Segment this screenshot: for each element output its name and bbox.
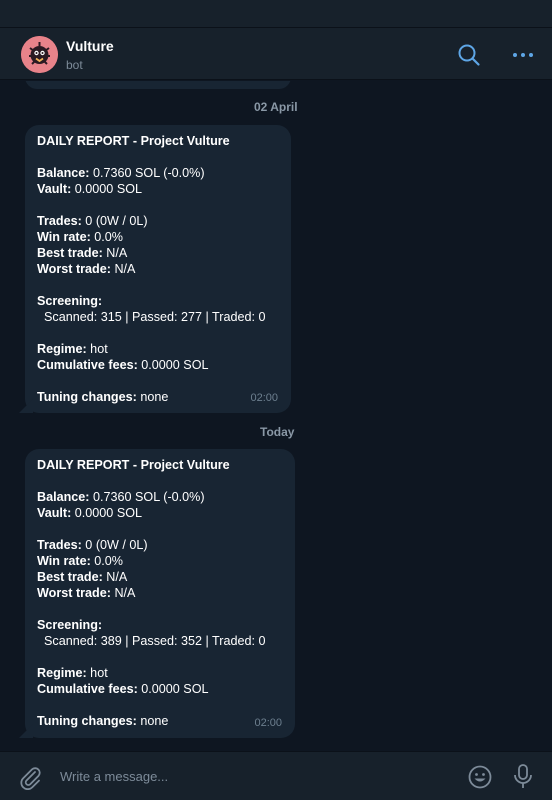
screening-label: Screening: xyxy=(37,618,103,632)
worst-trade-line: Worst trade: N/A xyxy=(37,262,136,276)
search-icon[interactable] xyxy=(456,42,482,68)
report-title: DAILY REPORT - Project Vulture xyxy=(37,134,230,148)
tuning-changes-line: Tuning changes: none xyxy=(37,390,169,404)
message-input[interactable]: Write a message... xyxy=(60,769,168,784)
message-list[interactable]: 02 April DAILY REPORT - Project Vulture … xyxy=(0,81,552,751)
tuning-changes-line: Tuning changes: none xyxy=(37,714,169,728)
screening-stats: Scanned: 389 | Passed: 352 | Traded: 0 xyxy=(37,634,266,648)
chat-title[interactable]: Vulture xyxy=(66,38,114,54)
cumulative-fees-line: Cumulative fees: 0.0000 SOL xyxy=(37,682,209,696)
previous-message-bubble xyxy=(25,81,291,89)
regime-line: Regime: hot xyxy=(37,342,108,356)
attach-icon[interactable] xyxy=(17,764,43,791)
balance-line: Balance: 0.7360 SOL (-0.0%) xyxy=(37,490,205,504)
best-trade-line: Best trade: N/A xyxy=(37,570,128,584)
vault-line: Vault: 0.0000 SOL xyxy=(37,182,143,196)
message-time: 02:00 xyxy=(250,392,278,404)
trades-line: Trades: 0 (0W / 0L) xyxy=(37,214,148,228)
message-bubble[interactable]: DAILY REPORT - Project Vulture Balance: … xyxy=(19,449,295,738)
screening-stats: Scanned: 315 | Passed: 277 | Traded: 0 xyxy=(37,310,266,324)
message-time: 02:00 xyxy=(254,717,282,729)
more-icon[interactable] xyxy=(510,42,536,68)
vault-line: Vault: 0.0000 SOL xyxy=(37,506,143,520)
window-titlebar xyxy=(0,0,552,28)
microphone-icon[interactable] xyxy=(510,763,536,791)
best-trade-line: Best trade: N/A xyxy=(37,246,128,260)
bubble-tail xyxy=(19,399,33,413)
report-title: DAILY REPORT - Project Vulture xyxy=(37,458,230,472)
bot-avatar[interactable] xyxy=(21,36,58,73)
date-separator: Today xyxy=(260,425,295,439)
regime-line: Regime: hot xyxy=(37,666,108,680)
trades-line: Trades: 0 (0W / 0L) xyxy=(37,538,148,552)
screening-label: Screening: xyxy=(37,294,103,308)
emoji-icon[interactable] xyxy=(467,764,493,790)
message-composer: Write a message... xyxy=(0,751,552,800)
win-rate-line: Win rate: 0.0% xyxy=(37,230,123,244)
message-bubble[interactable]: DAILY REPORT - Project Vulture Balance: … xyxy=(19,125,291,413)
worst-trade-line: Worst trade: N/A xyxy=(37,586,136,600)
chat-status: bot xyxy=(66,58,83,72)
chat-header: Vulture bot xyxy=(0,28,552,80)
win-rate-line: Win rate: 0.0% xyxy=(37,554,123,568)
cumulative-fees-line: Cumulative fees: 0.0000 SOL xyxy=(37,358,209,372)
telegram-chat-window: Vulture bot 02 April DAILY REPORT - Proj… xyxy=(0,0,552,800)
bubble-tail xyxy=(19,724,33,738)
date-separator: 02 April xyxy=(254,100,298,114)
balance-line: Balance: 0.7360 SOL (-0.0%) xyxy=(37,166,205,180)
